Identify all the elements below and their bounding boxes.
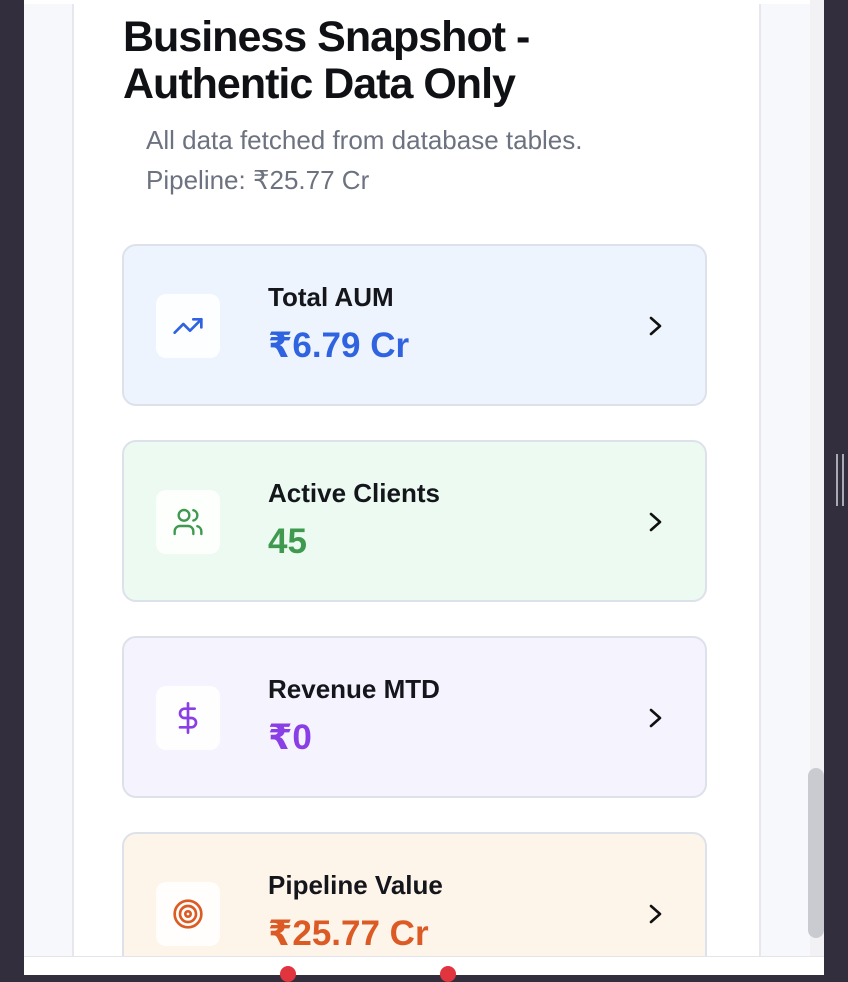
notification-dot <box>440 966 456 982</box>
chevron-right-icon <box>649 904 662 924</box>
target-icon <box>156 882 220 946</box>
chevron-right-icon <box>649 512 662 532</box>
snapshot-panel: Business Snapshot - Authentic Data Only … <box>72 4 761 974</box>
card-value: ₹0 <box>268 718 312 757</box>
card-total-aum[interactable]: Total AUM ₹6.79 Cr <box>122 244 707 406</box>
scrollbar-thumb[interactable] <box>808 768 824 938</box>
page-subtitle: All data fetched from database tables. P… <box>146 120 706 200</box>
card-value: ₹25.77 Cr <box>268 914 429 953</box>
page: Business Snapshot - Authentic Data Only … <box>24 0 824 974</box>
card-label: Pipeline Value <box>268 870 443 900</box>
bottom-navigation-bar <box>24 956 824 975</box>
users-icon <box>156 490 220 554</box>
chevron-right-icon <box>649 316 662 336</box>
subtitle-data-source: All data fetched from database tables. <box>146 125 583 155</box>
card-value: ₹6.79 Cr <box>268 326 410 365</box>
card-pipeline-value[interactable]: Pipeline Value ₹25.77 Cr <box>122 832 707 974</box>
notification-dot <box>280 966 296 982</box>
dollar-sign-icon <box>156 686 220 750</box>
resize-handle[interactable] <box>836 454 844 506</box>
chevron-right-icon <box>649 708 662 728</box>
trending-up-icon <box>156 294 220 358</box>
page-title: Business Snapshot - Authentic Data Only <box>123 13 530 108</box>
card-label: Active Clients <box>268 478 440 508</box>
card-revenue-mtd[interactable]: Revenue MTD ₹0 <box>122 636 707 798</box>
card-label: Revenue MTD <box>268 674 440 704</box>
card-active-clients[interactable]: Active Clients 45 <box>122 440 707 602</box>
card-label: Total AUM <box>268 282 394 312</box>
card-value: 45 <box>268 522 307 561</box>
subtitle-pipeline: Pipeline: ₹25.77 Cr <box>146 165 370 195</box>
